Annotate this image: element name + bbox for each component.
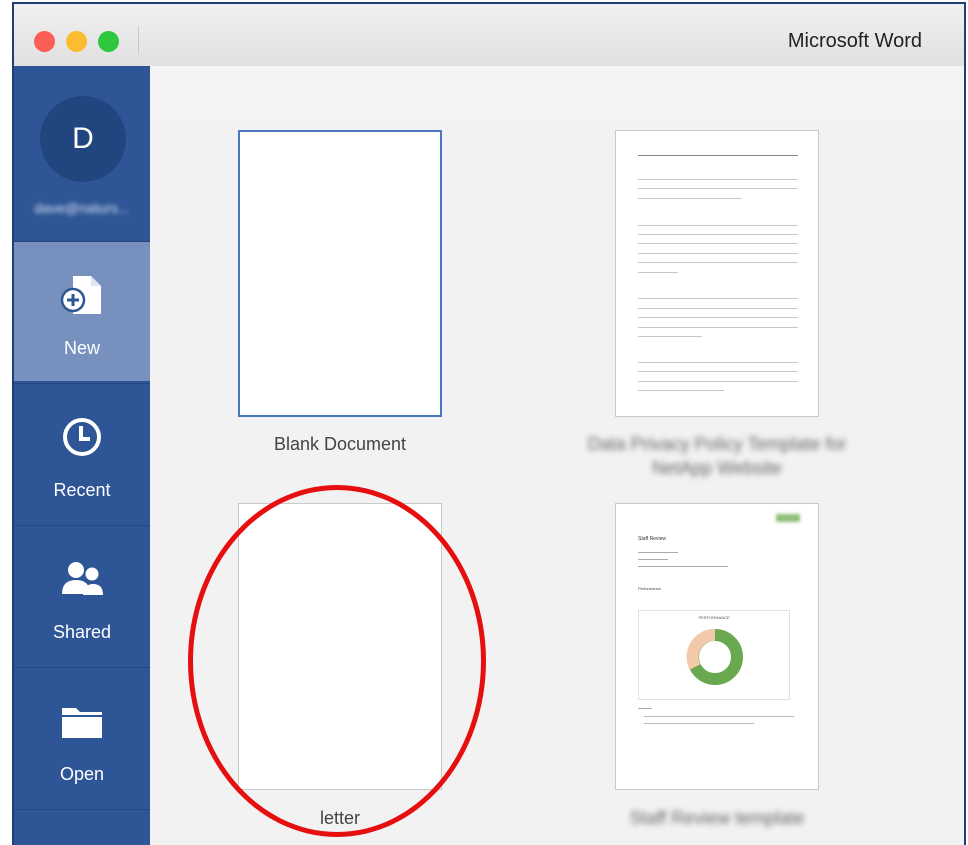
template-thumbnail[interactable] (238, 503, 442, 790)
word-window: Microsoft Word D dave@naturs... New Rece… (12, 2, 966, 845)
template-thumbnail[interactable] (615, 130, 819, 417)
sidebar-item-recent[interactable]: Recent (14, 383, 150, 523)
sidebar-item-label: Shared (52, 622, 112, 642)
account-area[interactable]: D dave@naturs... (14, 66, 150, 241)
clock-icon (63, 418, 101, 456)
preview-section: Performance (638, 586, 661, 591)
template-thumbnail[interactable] (238, 130, 442, 417)
preview-chart-title: PERFORMANCE (698, 615, 730, 620)
close-window-button[interactable] (34, 31, 55, 52)
template-label: Staff Review template (629, 808, 805, 828)
sidebar-item-label: Open (59, 764, 105, 784)
template-label: Blank Document (273, 434, 407, 454)
sidebar-bottom-area (14, 809, 150, 845)
sidebar-item-label: Recent (53, 480, 111, 500)
preview-chart: PERFORMANCE (638, 610, 790, 700)
title-separator (138, 26, 139, 54)
sidebar-item-new[interactable]: New (14, 241, 150, 381)
avatar[interactable]: D (40, 96, 126, 182)
template-label: Data Privacy Policy Template for NetApp … (587, 434, 847, 478)
new-document-icon (60, 276, 101, 314)
template-label: letter (319, 808, 361, 828)
sidebar-item-open[interactable]: Open (14, 667, 150, 807)
sidebar-item-shared[interactable]: Shared (14, 525, 150, 665)
title-bar: Microsoft Word (14, 4, 964, 67)
zoom-window-button[interactable] (98, 31, 119, 52)
logo-mark (776, 514, 800, 522)
sidebar: D dave@naturs... New Recent Shared Open (14, 66, 150, 845)
people-icon (62, 562, 103, 595)
folder-icon (62, 708, 102, 738)
donut-chart-icon (686, 629, 743, 685)
content-toolbar (150, 66, 964, 121)
template-thumbnail[interactable]: Staff Review Performance PERFORMANCE (615, 503, 819, 790)
account-email: dave@naturs... (34, 200, 130, 216)
minimize-window-button[interactable] (66, 31, 87, 52)
preview-heading: Staff Review (638, 536, 666, 542)
app-title: Microsoft Word (787, 30, 922, 52)
sidebar-item-label: New (63, 338, 100, 358)
